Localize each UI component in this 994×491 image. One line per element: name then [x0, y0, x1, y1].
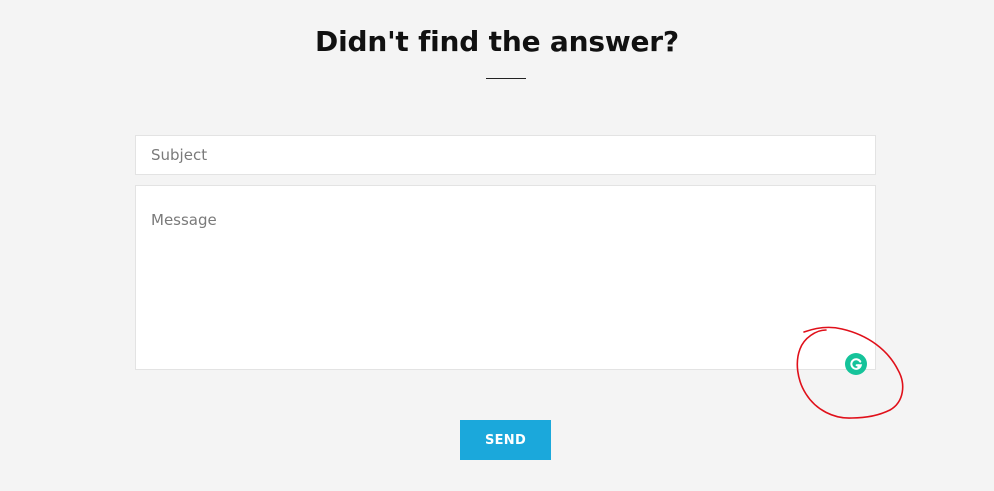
page-title: Didn't find the answer? [315, 25, 679, 58]
grammarly-icon[interactable] [845, 353, 867, 375]
send-button[interactable]: SEND [460, 420, 551, 460]
title-divider [486, 78, 526, 79]
grammarly-glyph-icon [850, 358, 863, 370]
message-textarea[interactable] [135, 185, 876, 370]
subject-input[interactable] [135, 135, 876, 175]
